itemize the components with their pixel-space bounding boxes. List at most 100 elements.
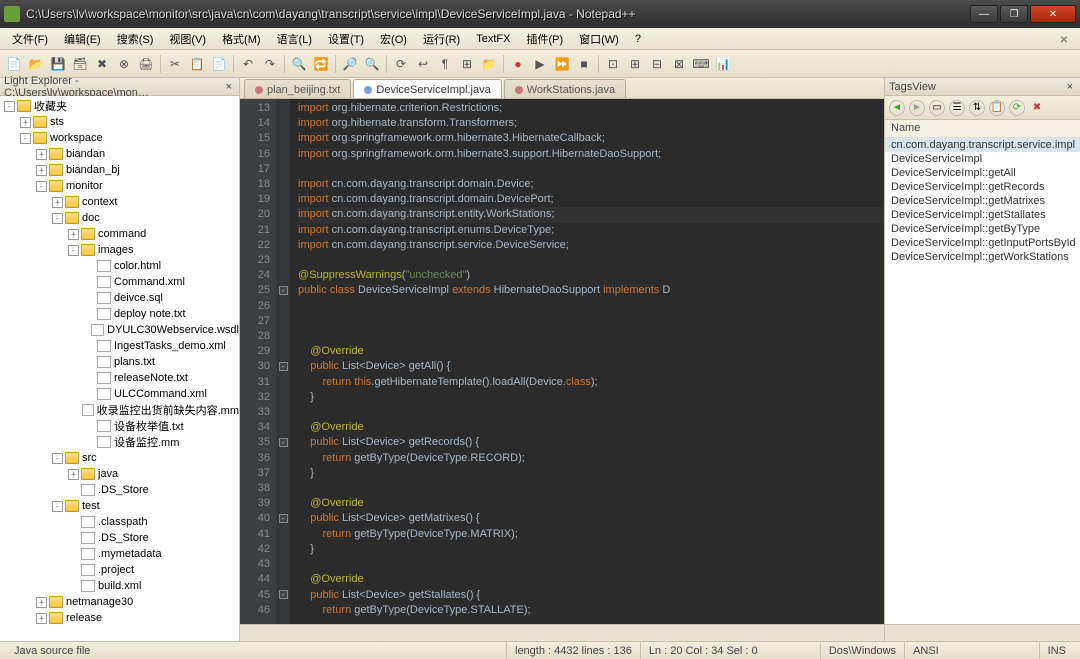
tag-item[interactable]: DeviceServiceImpl::getWorkStations	[885, 250, 1080, 264]
fold-gutter[interactable]: -----	[276, 99, 290, 624]
sidebar-close-icon[interactable]: ×	[223, 81, 235, 93]
tag-item[interactable]: DeviceServiceImpl::getInputPortsById	[885, 236, 1080, 250]
zoom-in-icon[interactable]: 🔎	[340, 54, 360, 74]
tree-item[interactable]: -doc	[0, 210, 239, 226]
expander-icon[interactable]: -	[20, 133, 31, 144]
tag-item[interactable]: DeviceServiceImpl::getRecords	[885, 180, 1080, 194]
tags-list[interactable]: cn.com.dayang.transcript.service.implDev…	[885, 138, 1080, 624]
editor-tab[interactable]: WorkStations.java	[504, 79, 626, 98]
tree-item[interactable]: build.xml	[0, 578, 239, 594]
menu-item[interactable]: 窗口(W)	[571, 29, 627, 49]
plugin3-icon[interactable]: ⊟	[647, 54, 667, 74]
menu-item[interactable]: 宏(O)	[372, 29, 415, 49]
tree-item[interactable]: .mymetadata	[0, 546, 239, 562]
plugin4-icon[interactable]: ⊠	[669, 54, 689, 74]
undo-icon[interactable]: ↶	[238, 54, 258, 74]
tree-item[interactable]: +java	[0, 466, 239, 482]
editor-tab[interactable]: DeviceServiceImpl.java	[353, 79, 501, 98]
fold-icon[interactable]: -	[279, 590, 288, 599]
plugin5-icon[interactable]: ⌨	[691, 54, 711, 74]
sync-icon[interactable]: ⟳	[391, 54, 411, 74]
tags-prev-icon[interactable]: ◄	[889, 100, 905, 116]
tree-item[interactable]: 收录监控出货前缺失内容.mm	[0, 402, 239, 418]
menu-item[interactable]: 插件(P)	[518, 29, 571, 49]
tree-item[interactable]: +sts	[0, 114, 239, 130]
editor-tab[interactable]: plan_beijing.txt	[244, 79, 351, 98]
fast-icon[interactable]: ⏩	[552, 54, 572, 74]
wrap-icon[interactable]: ↩	[413, 54, 433, 74]
expander-icon[interactable]: +	[36, 613, 47, 624]
tags-view1-icon[interactable]: ▭	[929, 100, 945, 116]
tree-item[interactable]: -images	[0, 242, 239, 258]
plugin6-icon[interactable]: 📊	[713, 54, 733, 74]
tree-item[interactable]: .classpath	[0, 514, 239, 530]
plugin1-icon[interactable]: ⊡	[603, 54, 623, 74]
tree-item[interactable]: -收藏夹	[0, 98, 239, 114]
plugin2-icon[interactable]: ⊞	[625, 54, 645, 74]
tag-item[interactable]: DeviceServiceImpl::getByType	[885, 222, 1080, 236]
expander-icon[interactable]: +	[20, 117, 31, 128]
code-viewport[interactable]: 1314151617181920212223242526272829303132…	[240, 99, 884, 624]
menu-item[interactable]: 搜索(S)	[109, 29, 162, 49]
menu-item[interactable]: 运行(R)	[415, 29, 468, 49]
tree-item[interactable]: +command	[0, 226, 239, 242]
expander-icon[interactable]: +	[52, 197, 63, 208]
play-icon[interactable]: ▶	[530, 54, 550, 74]
record-icon[interactable]: ●	[508, 54, 528, 74]
folder-icon[interactable]: 📁	[479, 54, 499, 74]
tree-item[interactable]: ULCCommand.xml	[0, 386, 239, 402]
tree-item[interactable]: deivce.sql	[0, 290, 239, 306]
tags-delete-icon[interactable]: ✖	[1029, 100, 1045, 116]
close-button[interactable]: ✕	[1030, 5, 1076, 23]
code-content[interactable]: import org.hibernate.criterion.Restricti…	[290, 99, 884, 624]
horizontal-scrollbar[interactable]	[240, 624, 884, 641]
open-file-icon[interactable]: 📂	[26, 54, 46, 74]
expander-icon[interactable]: +	[36, 597, 47, 608]
menu-item[interactable]: TextFX	[468, 31, 518, 47]
expander-icon[interactable]: -	[52, 453, 63, 464]
tree-item[interactable]: -src	[0, 450, 239, 466]
find-icon[interactable]: 🔍	[289, 54, 309, 74]
stop-icon[interactable]: ■	[574, 54, 594, 74]
paste-icon[interactable]: 📄	[209, 54, 229, 74]
menu-item[interactable]: 格式(M)	[214, 29, 269, 49]
tree-item[interactable]: -test	[0, 498, 239, 514]
tags-next-icon[interactable]: ►	[909, 100, 925, 116]
tree-item[interactable]: Command.xml	[0, 274, 239, 290]
expander-icon[interactable]: +	[68, 469, 79, 480]
tree-item[interactable]: 设备监控.mm	[0, 434, 239, 450]
tree-item[interactable]: IngestTasks_demo.xml	[0, 338, 239, 354]
tag-item[interactable]: cn.com.dayang.transcript.service.impl	[885, 138, 1080, 152]
tree-item[interactable]: color.html	[0, 258, 239, 274]
fold-icon[interactable]: -	[279, 286, 288, 295]
redo-icon[interactable]: ↷	[260, 54, 280, 74]
tree-item[interactable]: -monitor	[0, 178, 239, 194]
tree-item[interactable]: .project	[0, 562, 239, 578]
tags-refresh-icon[interactable]: ⟳	[1009, 100, 1025, 116]
tags-copy-icon[interactable]: 📋	[989, 100, 1005, 116]
file-tree[interactable]: -收藏夹+sts-workspace+biandan+biandan_bj-mo…	[0, 96, 239, 641]
expander-icon[interactable]: -	[52, 213, 63, 224]
expander-icon[interactable]: -	[4, 101, 15, 112]
expander-icon[interactable]: +	[68, 229, 79, 240]
tree-item[interactable]: DYULC30Webservice.wsdl	[0, 322, 239, 338]
tag-item[interactable]: DeviceServiceImpl::getAll	[885, 166, 1080, 180]
expander-icon[interactable]: +	[36, 165, 47, 176]
close-all-icon[interactable]: ⊗	[114, 54, 134, 74]
indent-guide-icon[interactable]: ⊞	[457, 54, 477, 74]
expander-icon[interactable]: -	[68, 245, 79, 256]
tree-item[interactable]: 设备枚举值.txt	[0, 418, 239, 434]
cut-icon[interactable]: ✂	[165, 54, 185, 74]
tags-close-icon[interactable]: ×	[1064, 81, 1076, 93]
close-file-icon[interactable]: ✖	[92, 54, 112, 74]
tree-item[interactable]: .DS_Store	[0, 530, 239, 546]
maximize-button[interactable]: ❐	[1000, 5, 1028, 23]
menu-item[interactable]: 语言(L)	[269, 29, 320, 49]
tags-view2-icon[interactable]: ☰	[949, 100, 965, 116]
expander-icon[interactable]: +	[36, 149, 47, 160]
tree-item[interactable]: releaseNote.txt	[0, 370, 239, 386]
menu-item[interactable]: 文件(F)	[4, 29, 56, 49]
new-file-icon[interactable]: 📄	[4, 54, 24, 74]
tags-scrollbar[interactable]	[885, 624, 1080, 641]
tag-item[interactable]: DeviceServiceImpl	[885, 152, 1080, 166]
